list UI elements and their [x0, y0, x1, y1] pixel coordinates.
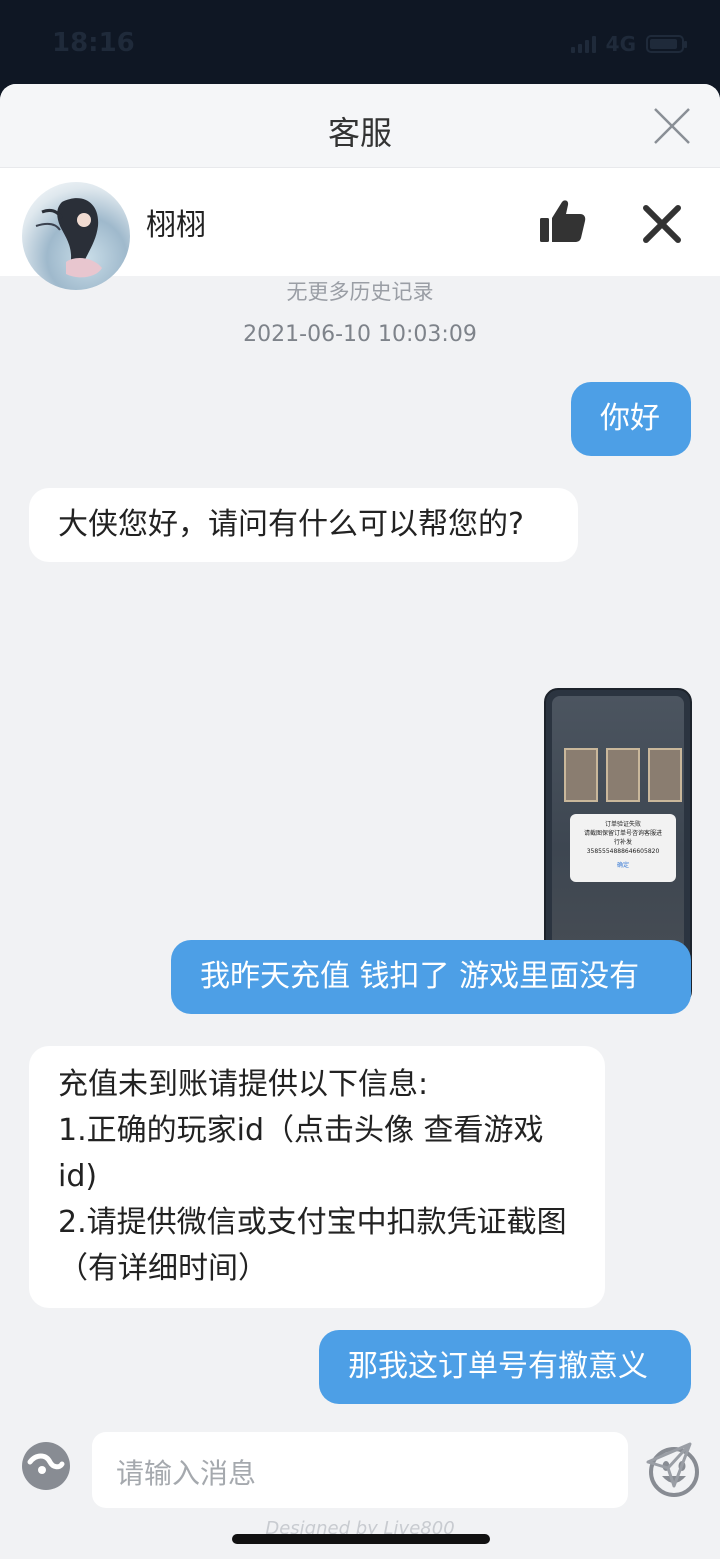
message-bubble-sent[interactable]: 你好	[571, 382, 691, 456]
message-bubble-sent[interactable]: 那我这订单号有撤意义	[319, 1330, 691, 1404]
image-dialog-line: 3585554888646605820	[586, 848, 660, 855]
message-text: 大侠您好，请问有什么可以帮您的?	[58, 507, 524, 542]
agent-name: 栩栩	[146, 208, 206, 243]
message-bubble-received[interactable]: 充值未到账请提供以下信息: 1.正确的玩家id（点击头像 查看游戏 id) 2.…	[29, 1046, 605, 1308]
signal-icon	[570, 35, 596, 53]
message-timestamp: 2021-06-10 10:03:09	[243, 322, 477, 347]
home-indicator[interactable]	[232, 1534, 490, 1544]
message-line: （有详细时间）	[58, 1251, 268, 1286]
message-line: id)	[58, 1159, 98, 1194]
network-type: 4G	[605, 32, 636, 56]
image-dialog: 订单验证失败 请截图保留订单号咨询客服进 行补发 358555488864660…	[570, 814, 676, 882]
message-input-placeholder: 请输入消息	[116, 1457, 257, 1490]
input-bar: 请输入消息 Designed by Live800	[0, 1424, 720, 1559]
avatar-illustration	[35, 198, 102, 278]
image-dialog-line: 请截图保留订单号咨询客服进	[583, 830, 662, 837]
message-bubble-sent[interactable]: 我昨天充值 钱扣了 游戏里面没有	[171, 940, 691, 1014]
message-input[interactable]: 请输入消息	[92, 1432, 699, 1508]
image-dialog-button: 确定	[616, 862, 629, 869]
message-bubble-received[interactable]: 大侠您好，请问有什么可以帮您的?	[29, 488, 578, 562]
close-icon[interactable]	[652, 106, 692, 146]
battery-icon	[646, 35, 687, 53]
message-text: 你好	[600, 401, 660, 436]
message-text: 那我这订单号有撤意义	[348, 1349, 648, 1384]
image-dialog-line: 订单验证失败	[604, 821, 641, 828]
status-time: 18:16	[52, 28, 135, 58]
avatar[interactable]	[22, 182, 130, 290]
voice-icon[interactable]	[20, 1440, 72, 1492]
message-line: 2.请提供微信或支付宝中扣款凭证截图	[58, 1205, 567, 1240]
send-icon[interactable]	[644, 1440, 694, 1490]
end-chat-icon[interactable]	[640, 202, 684, 246]
message-text: 我昨天充值 钱扣了 游戏里面没有	[200, 959, 640, 994]
status-bar: 18:16 4G	[0, 0, 720, 88]
thumbs-up-icon[interactable]	[536, 196, 588, 248]
customer-service-sheet: 客服 栩栩 无更多历史记录 2021-06-10 10:03:09 你好 大侠您…	[0, 84, 720, 1559]
status-icons: 4G	[570, 32, 687, 56]
message-line: 1.正确的玩家id（点击头像 查看游戏	[58, 1113, 544, 1148]
sheet-header: 客服	[0, 84, 720, 168]
page-title: 客服	[327, 114, 392, 152]
history-notice: 无更多历史记录	[286, 280, 434, 304]
message-line: 充值未到账请提供以下信息:	[58, 1067, 429, 1102]
image-dialog-line: 行补发	[613, 839, 632, 846]
